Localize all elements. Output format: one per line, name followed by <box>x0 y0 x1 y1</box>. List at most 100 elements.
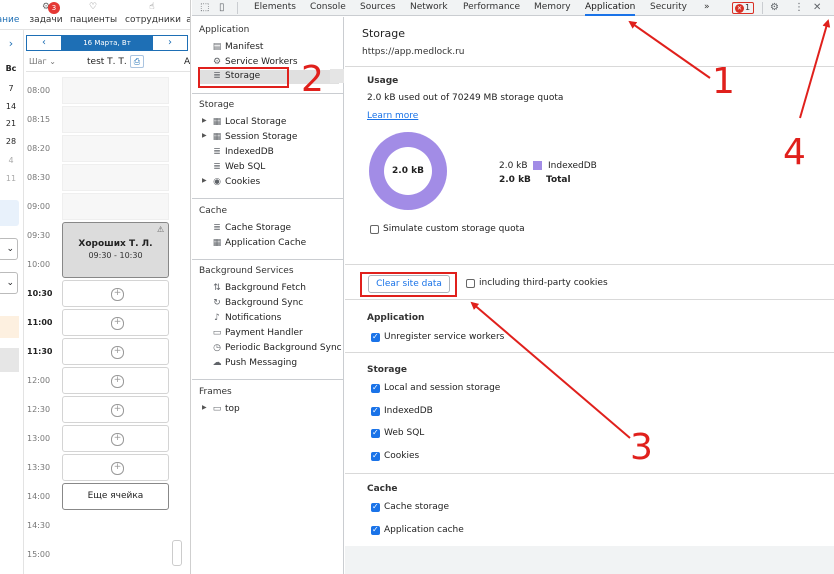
inspect-element-icon[interactable]: ⬚ <box>200 0 209 16</box>
sidebar-item-frame-top[interactable]: ▶ ▭ top <box>199 403 339 417</box>
cloud-icon: ☁ <box>212 358 222 368</box>
sidebar-item-payment-handler[interactable]: ▭ Payment Handler <box>199 327 339 341</box>
tab-network[interactable]: Network <box>410 0 448 16</box>
add-slot-button[interactable] <box>62 396 169 423</box>
mini-cal-day[interactable]: 21 <box>0 119 22 128</box>
schedule-slot[interactable] <box>62 77 169 104</box>
tab-sources[interactable]: Sources <box>360 0 396 16</box>
simulate-quota-checkbox[interactable] <box>370 225 379 234</box>
sidebar-item-background-sync[interactable]: ↻ Background Sync <box>199 297 339 311</box>
sidebar-item-cache-storage[interactable]: ≣ Cache Storage <box>199 222 339 236</box>
tab-security[interactable]: Security <box>650 0 687 16</box>
tab-memory[interactable]: Memory <box>534 0 571 16</box>
mini-cal-day[interactable]: 14 <box>0 102 22 111</box>
app-top-nav: ание ⚙ задачи 3 ♡ пациенты ☝ сотрудники … <box>0 0 190 30</box>
chevron-down-icon[interactable]: ⌄ <box>0 272 18 294</box>
sidebar-item-application-cache[interactable]: ▦ Application Cache <box>199 237 339 251</box>
sidebar-item-session-storage[interactable]: ▶ ▦ Session Storage <box>199 131 339 145</box>
mini-cal-day[interactable]: 28 <box>0 137 22 146</box>
schedule-slot[interactable] <box>62 193 169 220</box>
tab-console[interactable]: Console <box>310 0 346 16</box>
more-tabs-button[interactable]: » <box>704 0 710 16</box>
nav-item-staff[interactable]: ☝ сотрудники <box>125 0 181 30</box>
expand-arrow-icon[interactable]: ▶ <box>202 117 208 124</box>
chevron-right-icon[interactable]: › <box>0 37 22 50</box>
error-counter[interactable]: ✕ 1 <box>732 2 754 14</box>
web-sql-label: Web SQL <box>384 428 425 438</box>
nav-item-more[interactable]: а <box>184 0 190 30</box>
sidebar-item-indexeddb[interactable]: ≣ IndexedDB <box>199 146 339 160</box>
web-sql-checkbox[interactable] <box>371 428 380 438</box>
expand-arrow-icon[interactable]: ▶ <box>202 132 208 139</box>
gear-icon[interactable]: ⚙ <box>770 0 779 16</box>
patients-icon: ♡ <box>88 2 98 12</box>
schedule-slot[interactable] <box>62 106 169 133</box>
current-date[interactable]: 16 Марта, Вт <box>61 36 153 50</box>
close-icon[interactable]: ✕ <box>813 0 821 16</box>
add-slot-button[interactable] <box>62 454 169 481</box>
annotation-number: 1 <box>712 61 735 102</box>
expand-arrow-icon[interactable]: ▶ <box>202 404 208 411</box>
bottom-panel-area <box>345 546 834 574</box>
expand-arrow-icon[interactable]: ▶ <box>202 177 208 184</box>
legend-value: 2.0 kB <box>499 161 528 171</box>
table-icon: ▦ <box>212 238 222 248</box>
sidebar-item-web-sql[interactable]: ≣ Web SQL <box>199 161 339 175</box>
local-session-storage-checkbox[interactable] <box>371 383 380 393</box>
chevron-right-icon[interactable]: › <box>153 36 187 50</box>
local-session-storage-label: Local and session storage <box>384 383 501 393</box>
chevron-down-icon[interactable]: ⌄ <box>0 238 18 260</box>
add-slot-button[interactable] <box>62 338 169 365</box>
unregister-sw-checkbox[interactable] <box>371 332 380 342</box>
cookies-checkbox[interactable] <box>371 451 380 461</box>
nav-item-patients[interactable]: ♡ пациенты <box>70 0 117 30</box>
warning-icon: ⚠ <box>157 225 165 234</box>
application-sidebar: Application ▤ Manifest ⚙ Service Workers ≣… <box>192 17 344 574</box>
print-icon[interactable]: ⎙ <box>130 55 144 68</box>
more-cell-button[interactable]: Еще ячейка <box>62 483 169 510</box>
schedule-slot[interactable] <box>62 164 169 191</box>
sidebar-item-cookies[interactable]: ▶ ◉ Cookies <box>199 176 339 190</box>
legend-swatch-indexeddb <box>533 161 542 170</box>
appointment-patient: Хороших Т. Л. <box>78 239 153 249</box>
add-slot-button[interactable] <box>62 367 169 394</box>
sidebar-item-push-messaging[interactable]: ☁ Push Messaging <box>199 357 339 371</box>
mini-cal-day[interactable]: 11 <box>0 174 22 183</box>
tab-application[interactable]: Application <box>585 0 636 16</box>
time-label: 14:00 <box>27 492 51 501</box>
application-section-title: Application <box>367 313 425 323</box>
time-label: 08:15 <box>27 115 51 124</box>
add-slot-button[interactable] <box>62 309 169 336</box>
third-party-cookies-checkbox[interactable] <box>466 279 475 288</box>
add-slot-button[interactable] <box>62 280 169 307</box>
time-label: 08:20 <box>27 144 51 153</box>
tab-elements[interactable]: Elements <box>254 0 296 16</box>
add-slot-button[interactable] <box>62 425 169 452</box>
sidebar-item-periodic-background-sync[interactable]: ◷ Periodic Background Sync <box>199 342 342 356</box>
legend-swatch <box>0 348 19 372</box>
sidebar-item-background-fetch[interactable]: ⇅ Background Fetch <box>199 282 339 296</box>
indexeddb-checkbox[interactable] <box>371 406 380 416</box>
legend-label: IndexedDB <box>548 161 597 171</box>
application-cache-checkbox[interactable] <box>371 525 380 535</box>
donut-total-label: 2.0 kB <box>384 147 432 195</box>
step-select[interactable]: Шаг ⌄ <box>29 57 56 66</box>
appointment-card[interactable]: ⚠ Хороших Т. Л. 09:30 - 10:30 <box>62 222 169 278</box>
mini-cal-header: Вс <box>5 64 17 73</box>
schedule-slot[interactable] <box>62 135 169 162</box>
mini-cal-day[interactable]: 7 <box>0 84 22 93</box>
indexeddb-label: IndexedDB <box>384 406 433 416</box>
kebab-menu-icon[interactable]: ⋮ <box>794 0 804 16</box>
learn-more-link[interactable]: Learn more <box>367 111 418 121</box>
time-label: 09:00 <box>27 202 51 211</box>
device-toolbar-icon[interactable]: ▯ <box>219 0 225 16</box>
sidebar-item-manifest[interactable]: ▤ Manifest <box>199 41 339 55</box>
sidebar-item-local-storage[interactable]: ▶ ▦ Local Storage <box>199 116 339 130</box>
database-icon: ≣ <box>213 162 221 172</box>
mini-cal-day[interactable]: 4 <box>0 156 22 165</box>
chevron-left-icon[interactable]: ‹ <box>27 36 61 50</box>
tab-performance[interactable]: Performance <box>463 0 520 16</box>
nav-item-schedule[interactable]: ание <box>0 0 22 30</box>
sidebar-item-notifications[interactable]: ♪ Notifications <box>199 312 339 326</box>
cache-storage-checkbox[interactable] <box>371 502 380 512</box>
